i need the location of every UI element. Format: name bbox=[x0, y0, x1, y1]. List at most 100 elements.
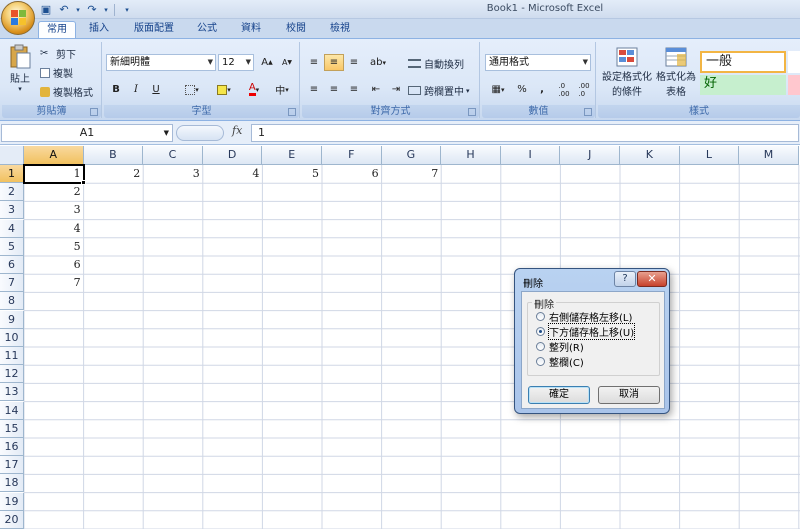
formula-input[interactable]: 1 bbox=[251, 124, 799, 142]
fill-color-button[interactable]: ▾ bbox=[210, 81, 238, 98]
align-center-button[interactable]: ≡ bbox=[324, 81, 344, 98]
paste-button[interactable]: 貼上 ▾ bbox=[6, 44, 34, 93]
align-bottom-button[interactable]: ≡ bbox=[344, 54, 364, 71]
row-header[interactable]: 19 bbox=[0, 492, 24, 511]
underline-button[interactable]: U bbox=[146, 81, 166, 98]
font-size-combo[interactable]: 12 ▼ bbox=[218, 54, 254, 71]
tab-page-layout[interactable]: 版面配置 bbox=[126, 21, 182, 38]
bold-button[interactable]: B bbox=[106, 81, 126, 98]
row-header[interactable]: 14 bbox=[0, 401, 24, 420]
row-header[interactable]: 5 bbox=[0, 237, 24, 256]
cell-g1[interactable]: 7 bbox=[382, 165, 442, 183]
close-button[interactable]: ✕ bbox=[637, 271, 667, 287]
style-gallery-next[interactable] bbox=[788, 51, 800, 73]
cell-e1[interactable]: 5 bbox=[262, 165, 322, 183]
row-header[interactable]: 16 bbox=[0, 438, 24, 456]
row-header[interactable]: 10 bbox=[0, 328, 24, 347]
cell-b1[interactable]: 2 bbox=[84, 165, 144, 183]
italic-button[interactable]: I bbox=[126, 81, 146, 98]
column-header[interactable]: L bbox=[679, 146, 740, 165]
ok-button[interactable]: 確定 bbox=[528, 386, 590, 404]
orientation-button[interactable]: ab ▾ bbox=[366, 54, 390, 71]
column-header[interactable]: A bbox=[24, 146, 84, 165]
radio-icon[interactable] bbox=[536, 342, 545, 351]
cell-a6[interactable]: 6 bbox=[24, 256, 84, 274]
align-top-button[interactable]: ≡ bbox=[304, 54, 324, 71]
row-header[interactable]: 20 bbox=[0, 510, 24, 529]
cell-c1[interactable]: 3 bbox=[143, 165, 203, 183]
column-header[interactable]: H bbox=[441, 146, 501, 165]
percent-style-button[interactable]: % bbox=[512, 81, 532, 98]
fill-handle[interactable] bbox=[80, 180, 86, 186]
align-right-button[interactable]: ≡ bbox=[344, 81, 364, 98]
clipboard-launcher-icon[interactable] bbox=[90, 108, 98, 116]
cell-a7[interactable]: 7 bbox=[24, 274, 84, 292]
radio-icon[interactable] bbox=[536, 312, 545, 321]
tab-view[interactable]: 檢視 bbox=[322, 21, 358, 38]
row-header[interactable]: 12 bbox=[0, 365, 24, 384]
conditional-formatting-button[interactable]: 設定格式化 的條件 bbox=[600, 46, 654, 98]
option-entire-row[interactable]: 整列(R) bbox=[536, 339, 584, 354]
style-bad[interactable] bbox=[788, 75, 800, 95]
radio-icon[interactable] bbox=[536, 357, 545, 366]
accounting-format-button[interactable]: ▦ ▾ bbox=[485, 81, 511, 98]
comma-style-button[interactable]: , bbox=[532, 81, 552, 98]
row-header[interactable]: 15 bbox=[0, 419, 24, 438]
radio-selected-icon[interactable] bbox=[536, 327, 545, 336]
worksheet-grid[interactable]: A B C D E F G H I J K L M 1 2 3 4 5 6 7 8 9 10 11 12 13 14 15 16 17 18… bbox=[0, 146, 800, 529]
font-color-button[interactable]: A ▾ bbox=[240, 81, 268, 98]
shrink-font-button[interactable]: A ▼ bbox=[277, 54, 297, 71]
alignment-launcher-icon[interactable] bbox=[468, 108, 476, 116]
row-header[interactable]: 11 bbox=[0, 347, 24, 365]
number-launcher-icon[interactable] bbox=[584, 108, 592, 116]
grow-font-button[interactable]: A ▲ bbox=[257, 54, 277, 71]
row-header[interactable]: 7 bbox=[0, 274, 24, 293]
column-header[interactable]: I bbox=[500, 146, 561, 165]
row-header[interactable]: 1 bbox=[0, 165, 24, 183]
cell-a5[interactable]: 5 bbox=[24, 238, 84, 256]
copy-button[interactable]: 複製 bbox=[40, 65, 73, 80]
format-painter-button[interactable]: 複製格式 bbox=[40, 84, 93, 99]
cancel-button[interactable]: 取消 bbox=[598, 386, 660, 404]
formula-bar-pill[interactable] bbox=[176, 125, 224, 141]
name-box[interactable]: A1 ▼ bbox=[1, 124, 173, 142]
wrap-text-button[interactable]: 自動換列 bbox=[408, 56, 464, 71]
tab-home[interactable]: 常用 bbox=[38, 21, 76, 38]
option-shift-up[interactable]: 下方儲存格上移(U) bbox=[536, 323, 636, 340]
option-shift-left[interactable]: 右側儲存格左移(L) bbox=[536, 309, 632, 324]
paste-dropdown-icon[interactable]: ▾ bbox=[18, 85, 22, 93]
tab-review[interactable]: 校閱 bbox=[278, 21, 314, 38]
cut-button[interactable]: ✂ 剪下 bbox=[40, 46, 76, 62]
option-entire-column[interactable]: 整欄(C) bbox=[536, 354, 584, 369]
tab-formulas[interactable]: 公式 bbox=[190, 21, 224, 38]
cell-d1[interactable]: 4 bbox=[203, 165, 263, 183]
increase-indent-button[interactable]: ⇥ bbox=[386, 81, 406, 98]
column-header[interactable]: G bbox=[381, 146, 442, 165]
row-header[interactable]: 18 bbox=[0, 474, 24, 493]
column-header[interactable]: K bbox=[620, 146, 680, 165]
column-header[interactable]: E bbox=[262, 146, 322, 165]
row-header[interactable]: 8 bbox=[0, 292, 24, 311]
style-good[interactable]: 好 bbox=[700, 75, 786, 95]
row-header[interactable]: 2 bbox=[0, 183, 24, 202]
help-button[interactable]: ? bbox=[614, 271, 636, 287]
font-name-combo[interactable]: 新細明體 ▼ bbox=[106, 54, 216, 71]
tab-insert[interactable]: 插入 bbox=[80, 21, 118, 38]
column-header[interactable]: D bbox=[202, 146, 263, 165]
align-left-button[interactable]: ≡ bbox=[304, 81, 324, 98]
format-as-table-button[interactable]: 格式化為 表格 bbox=[654, 46, 698, 98]
decrease-decimal-button[interactable]: .00.0 bbox=[574, 81, 594, 98]
column-header[interactable]: F bbox=[322, 146, 382, 165]
row-header[interactable]: 13 bbox=[0, 383, 24, 402]
column-header[interactable]: B bbox=[83, 146, 144, 165]
decrease-indent-button[interactable]: ⇤ bbox=[366, 81, 386, 98]
increase-decimal-button[interactable]: .0.00 bbox=[554, 81, 574, 98]
borders-button[interactable]: ▾ bbox=[178, 81, 206, 98]
cell-a2[interactable]: 2 bbox=[24, 183, 84, 201]
cell-a4[interactable]: 4 bbox=[24, 220, 84, 238]
select-all-corner[interactable] bbox=[0, 146, 24, 165]
number-format-combo[interactable]: 通用格式 ▼ bbox=[485, 54, 591, 71]
merge-center-button[interactable]: 跨欄置中 ▾ bbox=[408, 83, 470, 98]
row-header[interactable]: 6 bbox=[0, 256, 24, 274]
align-middle-button[interactable]: ≡ bbox=[324, 54, 344, 71]
